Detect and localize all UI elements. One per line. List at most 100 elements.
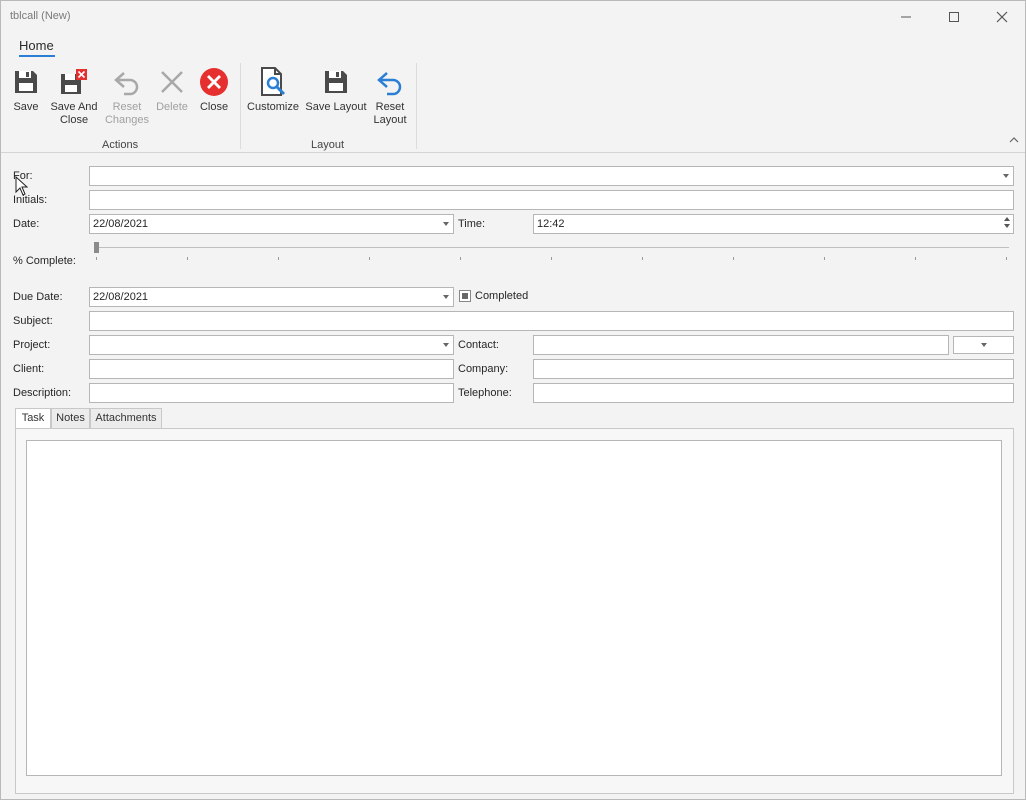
- initials-label: Initials:: [13, 194, 48, 206]
- save-label: Save: [13, 101, 39, 113]
- for-dropdown[interactable]: [89, 166, 1014, 186]
- ribbon: Save Save And Close Reset Changes Delete…: [1, 59, 1025, 196]
- complete-label: % Complete:: [13, 255, 76, 267]
- task-form: For: Initials: Date: 22/08/2021 Time: 12…: [1, 154, 1025, 799]
- chevron-down-icon: [443, 295, 449, 299]
- close-window-button[interactable]: [979, 1, 1025, 33]
- time-value: 12:42: [537, 218, 565, 230]
- title-bar: tblcall (New): [1, 1, 1025, 33]
- tab-attachments[interactable]: Attachments: [90, 408, 162, 429]
- indeterminate-mark-icon: [462, 293, 468, 299]
- subject-input[interactable]: [89, 311, 1014, 331]
- window-title: tblcall (New): [10, 10, 71, 22]
- contact-input[interactable]: [533, 335, 949, 355]
- minimize-icon: [901, 16, 911, 18]
- close-label: Close: [199, 101, 229, 113]
- customize-button[interactable]: Customize: [246, 63, 300, 114]
- project-dropdown[interactable]: [89, 335, 454, 355]
- delete-label: Delete: [156, 101, 188, 113]
- tab-task[interactable]: Task: [15, 408, 51, 430]
- project-label: Project:: [13, 339, 51, 351]
- description-label: Description:: [13, 387, 72, 399]
- save-close-icon: [57, 63, 91, 101]
- telephone-label: Telephone:: [458, 387, 512, 399]
- close-icon: [996, 11, 1008, 23]
- minimize-button[interactable]: [883, 1, 929, 33]
- chevron-down-icon: [1003, 174, 1009, 178]
- completed-label: Completed: [475, 290, 529, 302]
- maximize-icon: [949, 12, 959, 22]
- company-label: Company:: [458, 363, 509, 375]
- ribbon-tab-strip: Home: [1, 33, 1025, 59]
- slider-thumb[interactable]: [94, 242, 99, 253]
- initials-input[interactable]: [89, 190, 1014, 210]
- chevron-up-icon: [1009, 137, 1019, 143]
- reset-layout-label: Reset Layout: [373, 101, 407, 126]
- client-label: Client:: [13, 363, 45, 375]
- save-layout-icon: [319, 63, 353, 101]
- save-and-close-button[interactable]: Save And Close: [48, 63, 100, 127]
- slider-tick: [187, 257, 188, 260]
- delete-x-icon: [155, 63, 189, 101]
- description-input[interactable]: [89, 383, 454, 403]
- chevron-down-icon: [443, 343, 449, 347]
- delete-button[interactable]: Delete: [153, 63, 191, 114]
- date-picker[interactable]: 22/08/2021: [89, 214, 454, 234]
- reset-changes-button[interactable]: Reset Changes: [102, 63, 152, 127]
- slider-tick: [278, 257, 279, 260]
- reset-changes-label: Reset Changes: [104, 101, 150, 126]
- date-label: Date:: [13, 218, 40, 230]
- maximize-button[interactable]: [931, 1, 977, 33]
- chevron-down-icon: [981, 343, 987, 347]
- telephone-input[interactable]: [533, 383, 1014, 403]
- client-input[interactable]: [89, 359, 454, 379]
- save-layout-label: Save Layout: [305, 101, 367, 113]
- spin-down-icon: [1004, 224, 1010, 228]
- slider-tick: [96, 257, 97, 260]
- slider-tick: [824, 257, 825, 260]
- collapse-ribbon-button[interactable]: [1009, 135, 1019, 147]
- reset-layout-button[interactable]: Reset Layout: [370, 63, 410, 127]
- slider-tick: [1006, 257, 1007, 260]
- chevron-down-icon: [443, 222, 449, 226]
- completed-checkbox[interactable]: [459, 290, 471, 302]
- due-date-value: 22/08/2021: [93, 291, 149, 303]
- contact-label: Contact:: [458, 339, 499, 351]
- slider-tick: [915, 257, 916, 260]
- slider-tick: [460, 257, 461, 260]
- save-and-close-label: Save And Close: [50, 101, 98, 126]
- save-button[interactable]: Save: [9, 63, 43, 114]
- close-button[interactable]: Close: [197, 63, 231, 114]
- due-date-label: Due Date:: [13, 291, 63, 303]
- ribbon-group-separator: [240, 63, 241, 149]
- spin-up-icon: [1004, 217, 1010, 221]
- customize-label: Customize: [247, 101, 299, 113]
- group-label-layout: Layout: [311, 139, 345, 151]
- for-label: For:: [13, 170, 33, 182]
- contact-dropdown-button[interactable]: [953, 336, 1014, 354]
- time-spinner[interactable]: 12:42: [533, 214, 1014, 234]
- customize-icon: [256, 63, 290, 101]
- slider-tick: [551, 257, 552, 260]
- slider-tick: [642, 257, 643, 260]
- save-layout-button[interactable]: Save Layout: [303, 63, 369, 114]
- undo-icon: [110, 63, 144, 101]
- tab-home[interactable]: Home: [19, 38, 54, 53]
- slider-tick: [369, 257, 370, 260]
- date-value: 22/08/2021: [93, 218, 149, 230]
- time-label: Time:: [458, 218, 486, 230]
- tab-home-underline: [19, 55, 55, 57]
- task-memo-editor[interactable]: [26, 440, 1002, 776]
- tab-notes[interactable]: Notes: [51, 408, 90, 429]
- group-label-actions: Actions: [102, 139, 139, 151]
- subject-label: Subject:: [13, 315, 53, 327]
- spin-buttons[interactable]: [1004, 217, 1010, 228]
- slider-tick: [733, 257, 734, 260]
- close-circle-icon: [197, 63, 231, 101]
- company-input[interactable]: [533, 359, 1014, 379]
- task-tab-panel: [15, 428, 1014, 794]
- slider-track: [95, 247, 1009, 248]
- due-date-picker[interactable]: 22/08/2021: [89, 287, 454, 307]
- save-icon: [9, 63, 43, 101]
- ribbon-group-separator-2: [416, 63, 417, 149]
